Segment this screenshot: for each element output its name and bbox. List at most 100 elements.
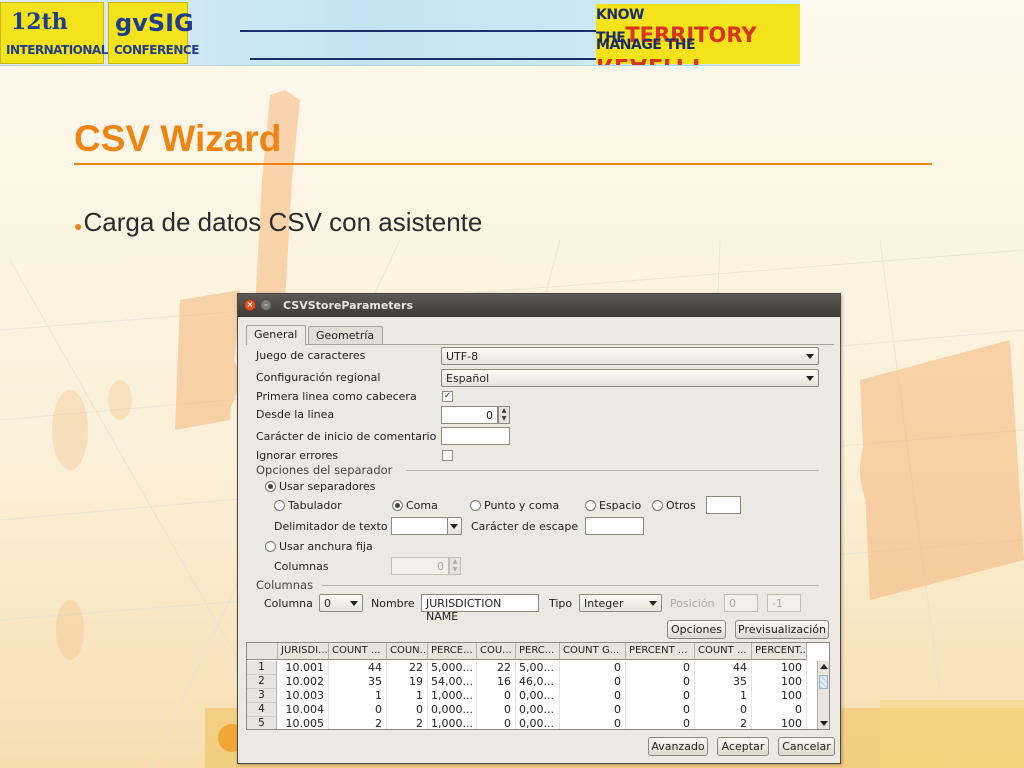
table-cell[interactable]: 22 — [387, 661, 428, 675]
table-cell[interactable]: 10.005 — [278, 717, 329, 729]
table-row-number[interactable]: 2 — [247, 675, 277, 689]
comment-input[interactable] — [441, 427, 510, 445]
table-cell[interactable]: 19 — [387, 675, 428, 689]
tab-geometria[interactable]: Geometría — [308, 326, 384, 345]
table-row-number[interactable]: 3 — [247, 689, 277, 703]
separator-tab-option[interactable]: Tabulador — [274, 499, 342, 512]
table-column-header[interactable]: COUNT ... — [695, 643, 752, 660]
table-cell[interactable]: 10.001 — [278, 661, 329, 675]
table-cell[interactable]: 2 — [387, 717, 428, 729]
column-name-input[interactable]: JURISDICTION NAME — [421, 594, 539, 623]
table-cell[interactable]: 0 — [626, 661, 695, 675]
table-cell[interactable]: 1 — [329, 689, 387, 703]
minimize-icon[interactable]: – — [260, 299, 272, 311]
table-cell[interactable]: 5,00... — [516, 661, 560, 675]
table-column-header[interactable]: COUNT G... — [560, 643, 626, 660]
table-cell[interactable]: 2 — [329, 717, 387, 729]
text-delimiter-dropdown[interactable] — [447, 517, 462, 535]
table-cell[interactable]: 35 — [329, 675, 387, 689]
table-cell[interactable]: 10.004 — [278, 703, 329, 717]
table-cell[interactable]: 0 — [329, 703, 387, 717]
position-start-input[interactable]: 0 — [724, 594, 758, 612]
table-cell[interactable]: 0 — [477, 717, 516, 729]
advanced-button[interactable]: Avanzado — [648, 737, 708, 756]
text-delimiter-input[interactable] — [391, 517, 448, 535]
table-cell[interactable]: 10.002 — [278, 675, 329, 689]
table-column-header[interactable]: JURISDI... — [278, 643, 329, 660]
table-cell[interactable]: 0,00... — [516, 689, 560, 703]
table-cell[interactable]: 0,000... — [428, 703, 477, 717]
table-cell[interactable]: 54,00... — [428, 675, 477, 689]
locale-select[interactable]: Español — [441, 369, 819, 387]
table-cell[interactable]: 35 — [695, 675, 752, 689]
table-cell[interactable]: 0 — [560, 703, 626, 717]
tab-general[interactable]: General — [246, 325, 307, 345]
column-index-select[interactable]: 0 — [319, 594, 363, 612]
close-icon[interactable]: × — [244, 299, 256, 311]
table-row-number[interactable]: 5 — [247, 717, 277, 729]
table-cell[interactable]: 0 — [477, 703, 516, 717]
table-cell[interactable]: 0 — [560, 717, 626, 729]
table-cell[interactable]: 44 — [695, 661, 752, 675]
fixed-columns-spinner[interactable]: ▲ ▼ — [449, 557, 461, 575]
table-cell[interactable]: 0 — [626, 717, 695, 729]
table-vertical-scrollbar[interactable] — [817, 661, 829, 729]
scroll-down-icon[interactable] — [820, 721, 828, 726]
table-column-header[interactable]: PERC... — [516, 643, 560, 660]
separator-comma-option[interactable]: Coma — [392, 499, 438, 512]
table-cell[interactable]: 1 — [695, 689, 752, 703]
column-type-select[interactable]: Integer — [579, 594, 662, 612]
table-cell[interactable]: 10.003 — [278, 689, 329, 703]
table-cell[interactable]: 100 — [752, 689, 807, 703]
table-row-number[interactable]: 1 — [247, 661, 277, 675]
table-cell[interactable]: 2 — [695, 717, 752, 729]
ignore-errors-checkbox[interactable] — [442, 450, 453, 461]
table-cell[interactable]: 22 — [477, 661, 516, 675]
table-cell[interactable]: 46,0... — [516, 675, 560, 689]
use-separators-option[interactable]: Usar separadores — [265, 480, 376, 493]
fixed-columns-input[interactable]: 0 — [391, 557, 449, 575]
table-cell[interactable]: 5,000... — [428, 661, 477, 675]
table-cell[interactable]: 0 — [477, 689, 516, 703]
table-cell[interactable]: 0 — [560, 661, 626, 675]
from-line-input[interactable]: 0 — [441, 406, 498, 424]
table-cell[interactable]: 0 — [626, 675, 695, 689]
table-cell[interactable]: 0 — [626, 689, 695, 703]
scroll-thumb[interactable] — [819, 675, 828, 689]
table-cell[interactable]: 100 — [752, 717, 807, 729]
table-cell[interactable]: 16 — [477, 675, 516, 689]
position-end-input[interactable]: -1 — [767, 594, 801, 612]
separator-space-option[interactable]: Espacio — [585, 499, 641, 512]
table-column-header[interactable]: PERCENT ... — [626, 643, 695, 660]
table-cell[interactable]: 0 — [752, 703, 807, 717]
preview-button[interactable]: Previsualización — [735, 620, 829, 639]
table-cell[interactable]: 0 — [626, 703, 695, 717]
dialog-titlebar[interactable]: × – CSVStoreParameters — [238, 294, 840, 317]
options-button[interactable]: Opciones — [667, 620, 726, 639]
others-separator-input[interactable] — [706, 496, 741, 514]
table-cell[interactable]: 44 — [329, 661, 387, 675]
accept-button[interactable]: Aceptar — [717, 737, 769, 756]
table-column-header[interactable]: PERCENT... — [752, 643, 807, 660]
table-cell[interactable]: 0,00... — [516, 717, 560, 729]
header-checkbox[interactable]: ✓ — [442, 391, 453, 402]
table-cell[interactable]: 1,000... — [428, 717, 477, 729]
table-column-header[interactable]: COU... — [477, 643, 516, 660]
table-cell[interactable]: 0,00... — [516, 703, 560, 717]
table-cell[interactable]: 100 — [752, 675, 807, 689]
table-cell[interactable]: 0 — [387, 703, 428, 717]
table-row-number[interactable]: 4 — [247, 703, 277, 717]
table-cell[interactable]: 1,000... — [428, 689, 477, 703]
table-cell[interactable]: 0 — [695, 703, 752, 717]
separator-others-option[interactable]: Otros — [652, 499, 696, 512]
table-column-header[interactable]: COUNT ... — [329, 643, 387, 660]
table-cell[interactable]: 0 — [560, 675, 626, 689]
table-column-header[interactable]: PERCE... — [428, 643, 477, 660]
fixed-width-option[interactable]: Usar anchura fija — [265, 540, 373, 553]
scroll-up-icon[interactable] — [820, 664, 828, 669]
cancel-button[interactable]: Cancelar — [778, 737, 835, 756]
escape-char-input[interactable] — [585, 517, 644, 535]
from-line-spinner[interactable]: ▲ ▼ — [498, 406, 510, 424]
separator-semicolon-option[interactable]: Punto y coma — [470, 499, 559, 512]
table-column-header[interactable]: COUN... — [387, 643, 428, 660]
